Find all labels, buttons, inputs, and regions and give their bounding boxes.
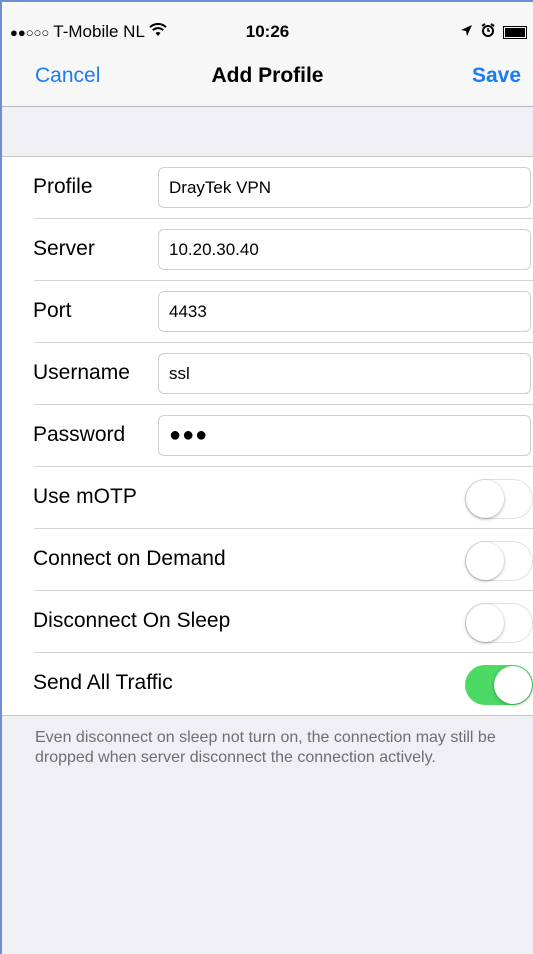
server-label: Server [33, 237, 95, 260]
port-label: Port [33, 299, 72, 322]
use-motp-row: Use mOTP [2, 467, 533, 529]
profile-field[interactable]: DrayTek VPN [158, 167, 531, 208]
connect-on-demand-row: Connect on Demand [2, 529, 533, 591]
username-field[interactable]: ssl [158, 353, 531, 394]
port-field[interactable]: 4433 [158, 291, 531, 332]
server-row: Server 10.20.30.40 [2, 219, 533, 281]
status-bar: ●●○○○ T-Mobile NL 10:26 [2, 2, 533, 42]
send-all-traffic-label: Send All Traffic [33, 671, 173, 694]
password-label: Password [33, 423, 126, 446]
profile-label: Profile [33, 175, 93, 198]
connect-on-demand-label: Connect on Demand [33, 547, 226, 570]
username-row: Username ssl [2, 343, 533, 405]
disconnect-on-sleep-toggle[interactable] [465, 603, 533, 643]
navigation-bar: Cancel Add Profile Save [2, 42, 533, 107]
port-row: Port 4433 [2, 281, 533, 343]
toggle-knob [466, 542, 504, 580]
toggle-knob [466, 480, 504, 518]
password-row: Password ●●● [2, 405, 533, 467]
server-field[interactable]: 10.20.30.40 [158, 229, 531, 270]
disconnect-on-sleep-label: Disconnect On Sleep [33, 609, 231, 632]
status-right [460, 22, 527, 42]
toggle-knob [494, 666, 532, 704]
battery-icon [503, 25, 527, 39]
use-motp-toggle[interactable] [465, 479, 533, 519]
password-field[interactable]: ●●● [158, 415, 531, 456]
location-arrow-icon [460, 22, 473, 42]
username-label: Username [33, 361, 130, 384]
page-title: Add Profile [211, 64, 324, 87]
footer-note: Even disconnect on sleep not turn on, th… [35, 729, 496, 766]
send-all-traffic-toggle[interactable] [465, 665, 533, 705]
disconnect-on-sleep-row: Disconnect On Sleep [2, 591, 533, 653]
profile-row: Profile DrayTek VPN [2, 157, 533, 219]
save-button[interactable]: Save [472, 64, 521, 88]
toggle-knob [466, 604, 504, 642]
connect-on-demand-toggle[interactable] [465, 541, 533, 581]
send-all-traffic-row: Send All Traffic [2, 653, 533, 715]
alarm-clock-icon [481, 22, 495, 42]
status-time: 10:26 [245, 22, 290, 41]
use-motp-label: Use mOTP [33, 485, 137, 508]
profile-form: Profile DrayTek VPN Server 10.20.30.40 P… [2, 156, 533, 716]
